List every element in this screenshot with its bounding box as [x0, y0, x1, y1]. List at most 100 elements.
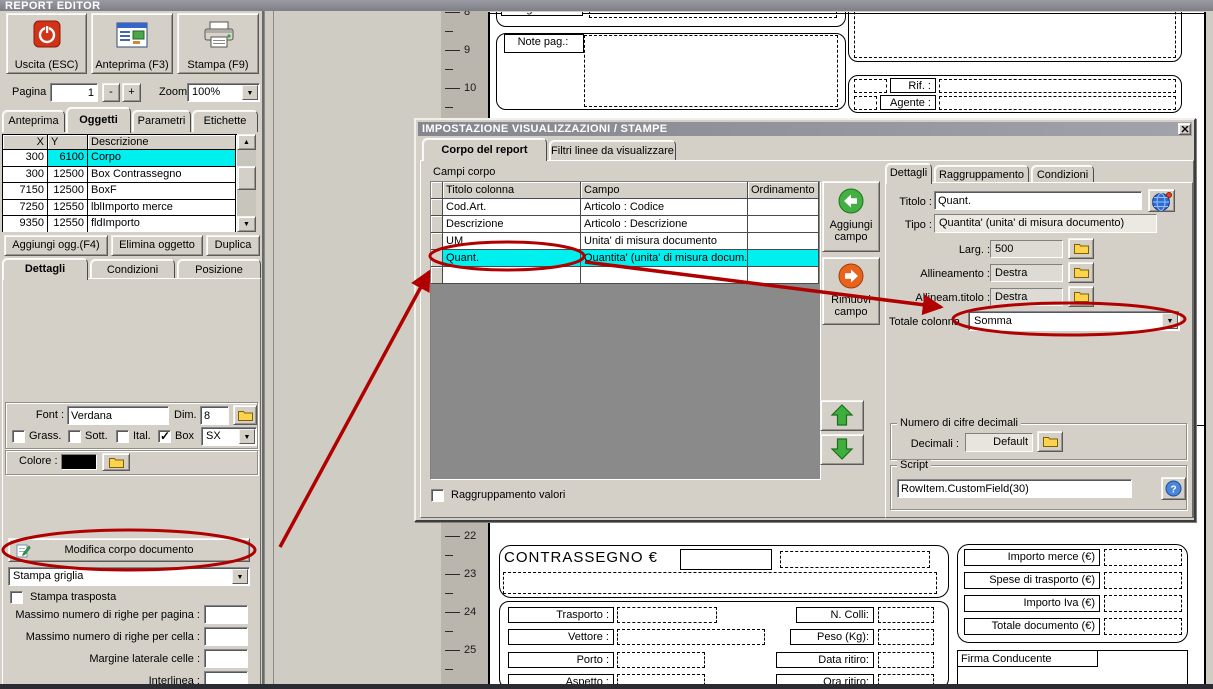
allineam-titolo-folder-button[interactable]	[1068, 286, 1094, 307]
box-checkbox[interactable]	[158, 429, 171, 443]
field-row-empty[interactable]	[431, 267, 820, 284]
dim-label: Dim.	[174, 409, 197, 421]
titolo-input[interactable]	[934, 191, 1142, 210]
grouping-checkbox[interactable]	[431, 489, 444, 502]
ruler-number: 9	[464, 44, 471, 56]
page-minus-button[interactable]: -	[102, 83, 120, 102]
move-down-button[interactable]	[820, 434, 864, 465]
dashed-field	[878, 629, 934, 645]
object-row[interactable]: 9350 12550 fldImporto	[3, 216, 237, 232]
fields-table-header: Titolo colonna Campo Ordinamento	[431, 182, 820, 199]
allineamento-label: Allineamento :	[920, 268, 990, 280]
tab-posizione[interactable]: Posizione	[177, 259, 261, 280]
print-button[interactable]: Stampa (F9)	[177, 13, 259, 74]
page-number-input[interactable]	[50, 83, 98, 102]
tab-oggetti[interactable]: Oggetti	[66, 107, 131, 133]
data-ritiro-box: Data ritiro:	[776, 652, 874, 668]
underline-checkbox[interactable]	[68, 430, 81, 443]
field-row[interactable]: Quant. Quantita' (unita' di misura docum…	[431, 250, 820, 267]
totale-colonna-select[interactable]: Somma ▼	[968, 311, 1180, 331]
tab-anteprima[interactable]: Anteprima	[2, 110, 65, 132]
bold-checkbox[interactable]	[12, 430, 25, 443]
object-row[interactable]: 300 6100 Corpo	[3, 150, 237, 167]
totale-colonna-label: Totale colonna	[889, 316, 960, 328]
edit-body-button[interactable]: Modifica corpo documento	[8, 538, 250, 562]
objects-grid-scrollbar[interactable]: ▲ ▼	[237, 134, 256, 232]
scrollbar-thumb[interactable]	[237, 166, 256, 190]
larg-field[interactable]: 500	[990, 240, 1063, 258]
color-folder-button[interactable]	[102, 453, 130, 471]
scroll-down-icon[interactable]: ▼	[237, 216, 256, 232]
preview-button[interactable]: Anteprima (F3)	[91, 13, 173, 74]
decimali-folder-button[interactable]	[1037, 431, 1063, 452]
cell-margin-input[interactable]	[204, 649, 248, 668]
object-row[interactable]: 7250 12550 lblImporto merce	[3, 199, 237, 217]
help-button[interactable]: ?	[1161, 477, 1186, 500]
max-rows-cell-input[interactable]	[204, 627, 248, 646]
col-header-ordinamento[interactable]: Ordinamento	[748, 182, 819, 199]
transposed-checkbox[interactable]	[10, 591, 23, 604]
add-field-button[interactable]: Aggiungi campo	[822, 181, 880, 252]
duplicate-object-button[interactable]: Duplica	[206, 235, 260, 256]
col-header-titolo[interactable]: Titolo colonna	[443, 182, 581, 199]
page-plus-button[interactable]: +	[122, 83, 141, 102]
move-up-button[interactable]	[820, 400, 864, 431]
color-swatch[interactable]	[61, 454, 97, 470]
box-align-select[interactable]: SX ▼	[201, 427, 257, 446]
script-input[interactable]	[897, 479, 1132, 498]
max-rows-page-input[interactable]	[204, 605, 248, 624]
spese-trasporto-box: Spese di trasporto (€)	[964, 572, 1100, 589]
scroll-up-icon[interactable]: ▲	[237, 134, 256, 150]
remove-field-button[interactable]: Rimuovi campo	[822, 257, 880, 325]
tab-etichette[interactable]: Etichette	[192, 110, 258, 132]
printer-icon	[202, 20, 236, 50]
dialog-titlebar[interactable]: IMPOSTAZIONE VISUALIZZAZIONI / STAMPE	[418, 122, 1192, 136]
object-row[interactable]: 300 12500 Box Contrassegno	[3, 166, 237, 184]
grid-mode-select[interactable]: Stampa griglia ▼	[8, 567, 250, 586]
allineamento-folder-button[interactable]	[1068, 262, 1094, 283]
decimali-field[interactable]: Default	[965, 433, 1033, 452]
larg-folder-button[interactable]	[1068, 238, 1094, 259]
field-row[interactable]: UM Unita' di misura documento	[431, 233, 820, 250]
tab-detail-dettagli[interactable]: Dettagli	[885, 163, 932, 184]
titolo-label: Titolo :	[899, 196, 932, 208]
col-header-y[interactable]: Y	[48, 135, 88, 150]
chevron-down-icon[interactable]: ▼	[1162, 313, 1178, 329]
max-rows-page-label: Massimo numero di righe per pagina :	[15, 609, 200, 621]
globe-button[interactable]	[1148, 189, 1175, 212]
tab-dettagli[interactable]: Dettagli	[2, 258, 88, 280]
folder-icon	[1073, 290, 1089, 302]
allineamento-field[interactable]: Destra	[990, 264, 1063, 282]
field-row[interactable]: Cod.Art. Articolo : Codice	[431, 199, 820, 216]
chevron-down-icon[interactable]: ▼	[239, 429, 255, 444]
add-object-button[interactable]: Aggiungi ogg.(F4)	[4, 235, 108, 256]
col-header-campo[interactable]: Campo	[581, 182, 748, 199]
zoom-select[interactable]: 100% ▼	[187, 83, 260, 102]
close-icon[interactable]	[1178, 123, 1191, 135]
col-header-x[interactable]: X	[3, 135, 48, 150]
tab-filtri-linee[interactable]: Filtri linee da visualizzare	[549, 140, 676, 161]
font-size-folder-button[interactable]	[233, 405, 257, 425]
page-line-sliver	[1197, 425, 1204, 426]
decimali-label: Decimali :	[910, 438, 959, 450]
col-header-desc[interactable]: Descrizione	[88, 135, 236, 150]
tab-parametri[interactable]: Parametri	[132, 110, 191, 132]
font-size-input[interactable]	[200, 406, 229, 425]
objects-grid-header: X Y Descrizione	[3, 135, 237, 150]
delete-object-button[interactable]: Elimina oggetto	[111, 235, 203, 256]
chevron-down-icon[interactable]: ▼	[242, 85, 258, 100]
field-row[interactable]: Descrizione Articolo : Descrizione	[431, 216, 820, 233]
tab-corpo-del-report[interactable]: Corpo del report	[422, 138, 547, 161]
object-row[interactable]: 7150 12500 BoxF	[3, 183, 237, 200]
decimals-group: Numero di cifre decimali Decimali : Defa…	[890, 418, 1187, 460]
allineam-titolo-label: Allineam.titolo :	[915, 292, 990, 304]
allineam-titolo-field[interactable]: Destra	[990, 288, 1063, 306]
campi-corpo-label: Campi corpo	[433, 166, 496, 178]
tab-condizioni[interactable]: Condizioni	[90, 259, 175, 280]
page-label: Pagina	[12, 86, 47, 98]
chevron-down-icon[interactable]: ▼	[232, 569, 248, 584]
italic-checkbox[interactable]	[116, 430, 129, 443]
font-name-input[interactable]	[67, 406, 169, 425]
exit-button[interactable]: Uscita (ESC)	[6, 13, 87, 74]
report-editor-window: REPORT EDITOR Uscita (ESC) Anteprima (F3…	[0, 0, 1213, 689]
